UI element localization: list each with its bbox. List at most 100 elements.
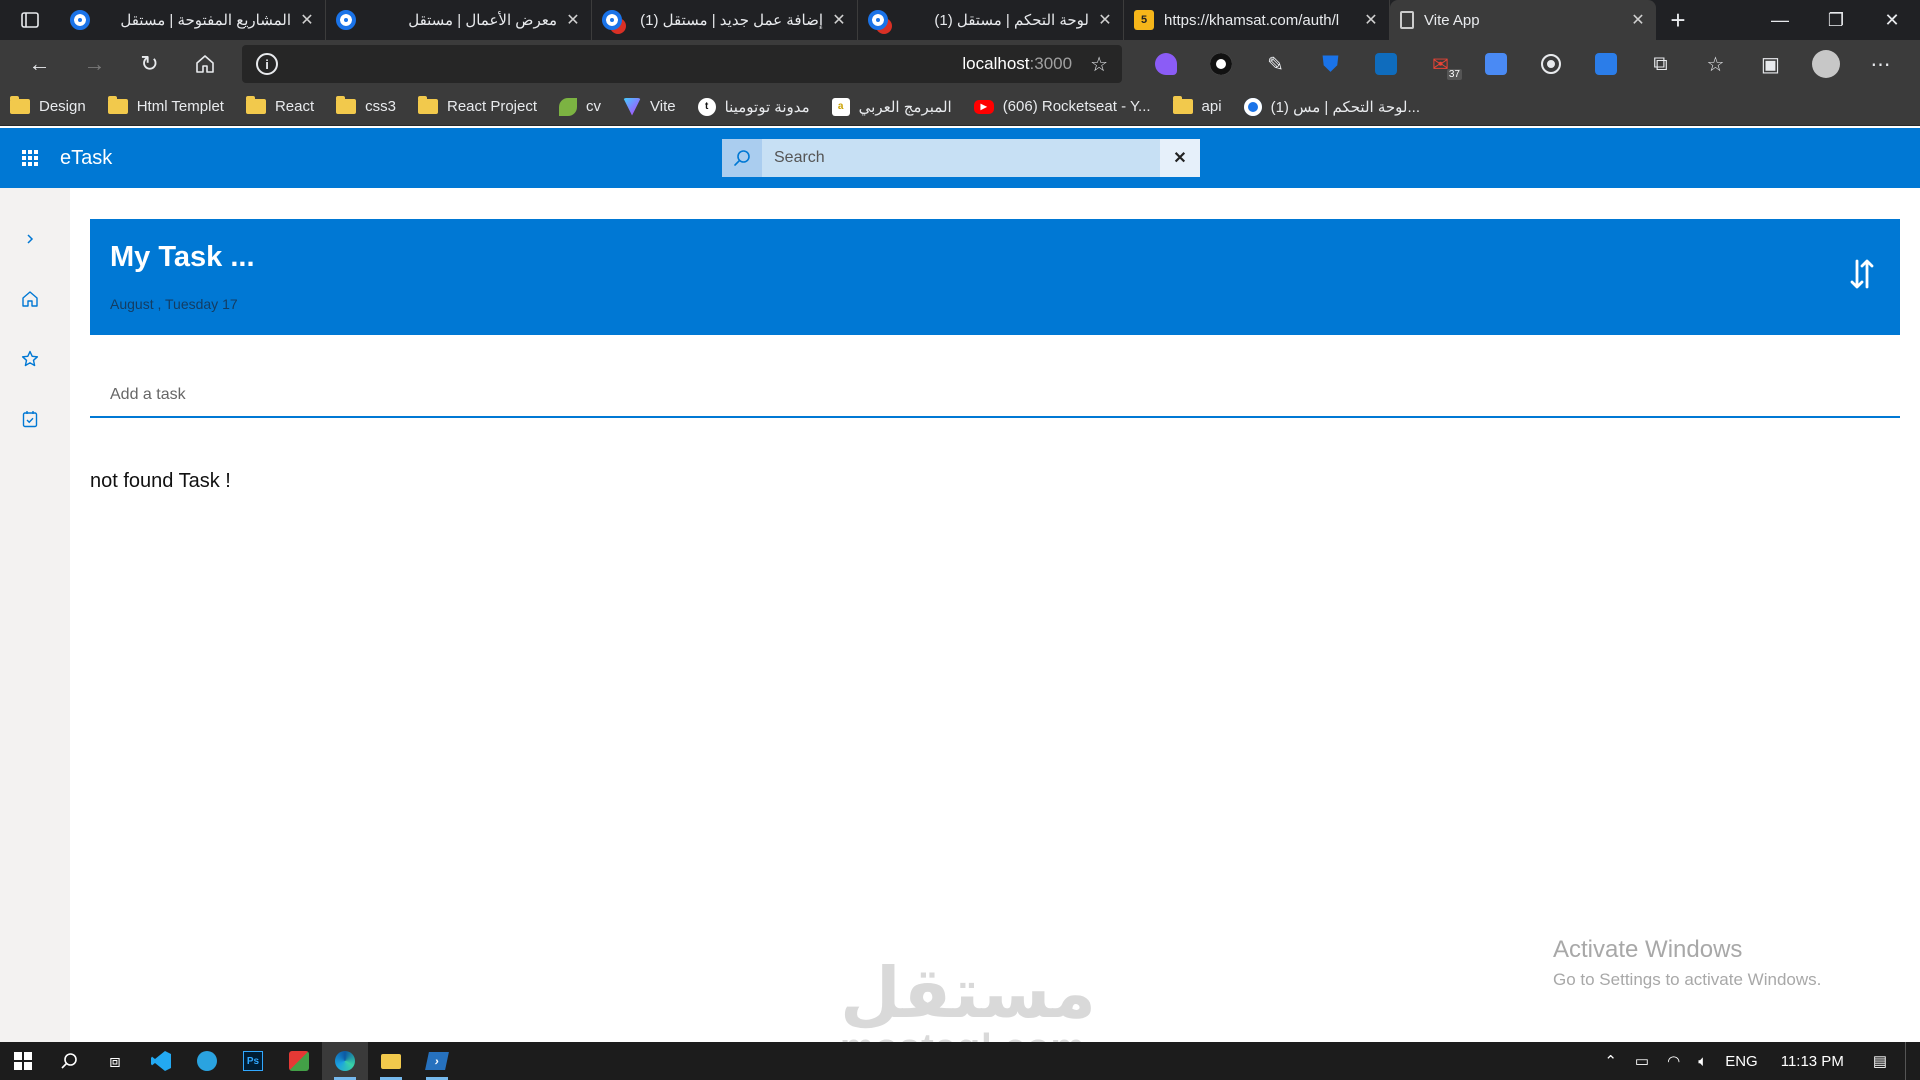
bookmark-item[interactable]: ▶ (606) Rocketseat - Y... xyxy=(973,98,1151,115)
activate-windows-subtitle: Go to Settings to activate Windows. xyxy=(1553,970,1822,989)
browser-tab[interactable]: معرض الأعمال | مستقل ✕ xyxy=(326,0,592,40)
wifi-icon[interactable]: ◠ xyxy=(1667,1052,1680,1070)
photoshop-icon: Ps xyxy=(243,1051,263,1071)
clear-search-button[interactable]: ✕ xyxy=(1160,139,1200,177)
photoshop-taskbar-button[interactable]: Ps xyxy=(230,1042,276,1080)
add-task-input[interactable] xyxy=(90,375,1900,415)
extensions-menu-button[interactable]: ⧉ xyxy=(1633,44,1688,84)
arab-programmer-icon: a xyxy=(831,97,850,116)
bookmark-item[interactable]: React xyxy=(245,96,315,115)
bookmark-item[interactable]: (1) لوحة التحكم | مس... xyxy=(1243,97,1420,116)
tab-close-icon[interactable]: ✕ xyxy=(565,10,581,30)
task-view-button[interactable]: ⧈ xyxy=(92,1042,138,1080)
show-desktop-button[interactable] xyxy=(1905,1042,1911,1080)
add-favorite-icon[interactable]: ☆ xyxy=(1090,52,1108,77)
browser-tab[interactable]: 5 https://khamsat.com/auth/l ✕ xyxy=(1124,0,1390,40)
tab-close-icon[interactable]: ✕ xyxy=(1630,10,1646,30)
bookmark-item[interactable]: cv xyxy=(559,97,601,116)
site-info-icon[interactable]: i xyxy=(256,53,278,75)
search-input[interactable] xyxy=(762,139,1160,177)
address-bar[interactable]: i localhost:3000 ☆ xyxy=(242,45,1122,83)
bookmark-item[interactable]: css3 xyxy=(336,96,396,115)
extension-button[interactable] xyxy=(1523,44,1578,84)
chevron-up-icon[interactable]: ⌃ xyxy=(1604,1052,1617,1070)
volume-icon[interactable]: 🔈︎ xyxy=(1698,1053,1707,1070)
star-icon xyxy=(21,350,39,367)
close-icon: ✕ xyxy=(1884,9,1900,30)
bookmark-item[interactable]: Html Templet xyxy=(107,96,224,115)
tab-close-icon[interactable]: ✕ xyxy=(1097,10,1113,30)
activate-windows-watermark: Activate Windows Go to Settings to activ… xyxy=(1553,936,1821,990)
extension-button[interactable]: ✎ xyxy=(1248,44,1303,84)
close-window-button[interactable]: ✕ xyxy=(1864,0,1920,40)
app-taskbar-button[interactable] xyxy=(276,1042,322,1080)
favorites-button[interactable]: ☆ xyxy=(1688,44,1743,84)
home-button[interactable] xyxy=(177,44,232,84)
logo-arabic-text: مستقل xyxy=(840,952,1097,1034)
telegram-taskbar-button[interactable] xyxy=(184,1042,230,1080)
nav-item-tasks[interactable] xyxy=(0,389,60,449)
notifications-icon[interactable]: ▤ xyxy=(1873,1052,1887,1070)
sort-button[interactable] xyxy=(1850,257,1874,296)
tab-close-icon[interactable]: ✕ xyxy=(1363,10,1379,30)
task-view-icon: ⧈ xyxy=(109,1050,121,1071)
vscode-taskbar-button[interactable] xyxy=(138,1042,184,1080)
app-brand[interactable]: eTask xyxy=(60,147,112,170)
bookmark-item[interactable]: a المبرمج العربي xyxy=(831,97,952,116)
expand-nav-button[interactable] xyxy=(0,209,60,269)
extension-button[interactable] xyxy=(1468,44,1523,84)
tab-title: Vite App xyxy=(1424,11,1480,29)
bookmark-item[interactable]: Design xyxy=(10,96,86,115)
collections-button[interactable]: ▣ xyxy=(1743,44,1798,84)
restore-button[interactable]: ❐ xyxy=(1808,0,1864,40)
folder-icon xyxy=(10,96,30,114)
extension-button[interactable] xyxy=(1193,44,1248,84)
extension-button[interactable] xyxy=(1578,44,1633,84)
leaf-icon xyxy=(559,97,578,116)
app-icon xyxy=(289,1051,309,1071)
extension-button[interactable] xyxy=(1138,44,1193,84)
minimize-button[interactable]: — xyxy=(1752,0,1808,40)
browser-tab[interactable]: (1) لوحة التحكم | مستقل ✕ xyxy=(858,0,1124,40)
app-header: eTask ✕ xyxy=(0,128,1920,188)
bookmark-label: Design xyxy=(39,98,86,115)
language-indicator[interactable]: ENG xyxy=(1725,1053,1758,1070)
tab-actions-button[interactable] xyxy=(0,0,60,40)
tab-close-icon[interactable]: ✕ xyxy=(831,10,847,30)
window-controls: — ❐ ✕ xyxy=(1752,0,1920,40)
start-button[interactable] xyxy=(0,1042,46,1080)
bookmark-item[interactable]: t مدونة توتومينا xyxy=(697,97,810,116)
new-tab-button[interactable]: + xyxy=(1656,0,1700,40)
bookmark-item[interactable]: Vite xyxy=(623,97,676,116)
bookmark-label: React Project xyxy=(446,98,538,115)
bookmark-item[interactable]: api xyxy=(1172,96,1222,115)
profile-button[interactable] xyxy=(1798,44,1853,84)
browser-tab-active[interactable]: Vite App ✕ xyxy=(1390,0,1656,40)
screen-extension-icon xyxy=(1594,53,1617,75)
back-button[interactable]: ← xyxy=(12,44,67,84)
youtube-icon: ▶ xyxy=(973,99,994,114)
battery-icon[interactable]: ▭ xyxy=(1635,1052,1649,1070)
folder-icon xyxy=(417,96,438,114)
nav-item-home[interactable] xyxy=(0,269,60,329)
extension-button[interactable]: ✉ 37 xyxy=(1413,44,1468,84)
browser-tab[interactable]: (1) إضافة عمل جديد | مستقل ✕ xyxy=(592,0,858,40)
edge-taskbar-button[interactable] xyxy=(322,1042,368,1080)
powershell-taskbar-button[interactable]: › xyxy=(414,1042,460,1080)
extension-button[interactable]: ⛊ xyxy=(1303,44,1358,84)
extension-button[interactable] xyxy=(1358,44,1413,84)
tab-close-icon[interactable]: ✕ xyxy=(299,10,315,30)
bookmark-item[interactable]: React Project xyxy=(417,96,538,115)
bookmark-label: React xyxy=(274,98,315,115)
refresh-button[interactable]: ↻ xyxy=(122,44,177,84)
nav-item-important[interactable] xyxy=(0,329,60,389)
app-launcher-button[interactable] xyxy=(0,150,60,166)
file-explorer-taskbar-button[interactable] xyxy=(368,1042,414,1080)
settings-menu-button[interactable]: ⋯ xyxy=(1853,44,1908,84)
search-taskbar-button[interactable] xyxy=(46,1042,92,1080)
search-button[interactable] xyxy=(722,139,762,177)
browser-tab[interactable]: المشاريع المفتوحة | مستقل ✕ xyxy=(60,0,326,40)
forward-button[interactable]: → xyxy=(67,44,122,84)
url-text: localhost:3000 xyxy=(962,54,1072,74)
clock[interactable]: 11:13 PM xyxy=(1781,1053,1844,1070)
